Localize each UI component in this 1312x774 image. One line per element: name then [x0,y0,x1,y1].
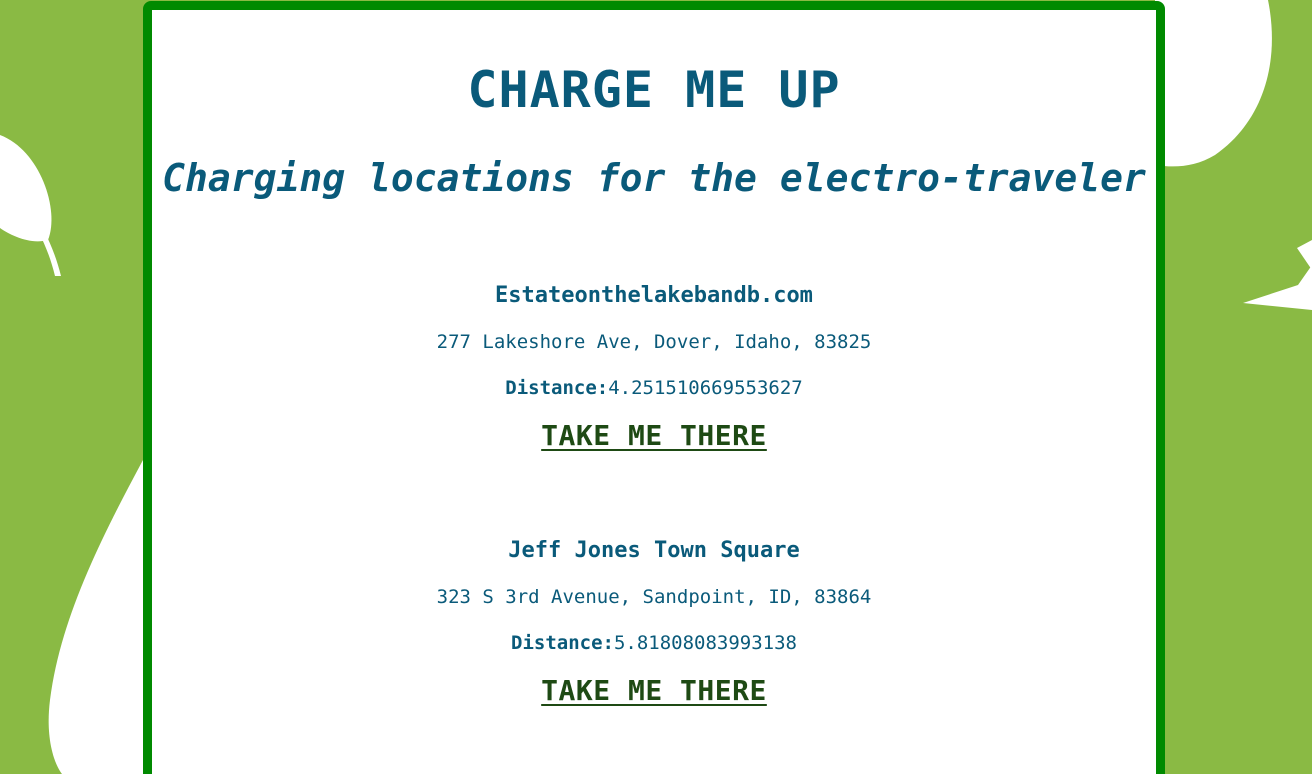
page-tagline: Charging locations for the electro-trave… [162,156,1146,200]
page-title: CHARGE ME UP [467,61,841,119]
right-shard-small-shape [1297,240,1312,270]
location-address: 277 Lakeshore Ave, Dover, Idaho, 83825 [436,331,872,353]
location-card: Jeff Jones Town Square 323 S 3rd Avenue,… [152,535,1156,774]
location-distance: Distance:5.81808083993138 [152,631,1156,655]
location-address: 323 S 3rd Avenue, Sandpoint, ID, 83864 [436,586,872,608]
take-me-there-link[interactable]: TAKE ME THERE [541,673,767,709]
distance-label: Distance: [505,377,609,399]
left-large-leaf-shape [48,460,143,774]
location-name: Estateonthelakebandb.com [495,283,813,308]
location-card: Estateonthelakebandb.com 277 Lakeshore A… [152,280,1156,535]
location-list: Estateonthelakebandb.com 277 Lakeshore A… [152,280,1156,774]
location-distance: Distance:4.251510669553627 [152,376,1156,400]
distance-value: 4.251510669553627 [608,377,803,399]
location-name: Jeff Jones Town Square [508,538,800,563]
take-me-there-link[interactable]: TAKE ME THERE [541,418,767,454]
left-small-leaf-shape [0,135,52,242]
content-panel: CHARGE ME UP Charging locations for the … [143,1,1165,774]
right-top-leaf-shape [1155,0,1272,167]
right-shard-shape [1243,265,1312,310]
distance-label: Distance: [511,632,614,654]
distance-value: 5.81808083993138 [613,632,797,654]
